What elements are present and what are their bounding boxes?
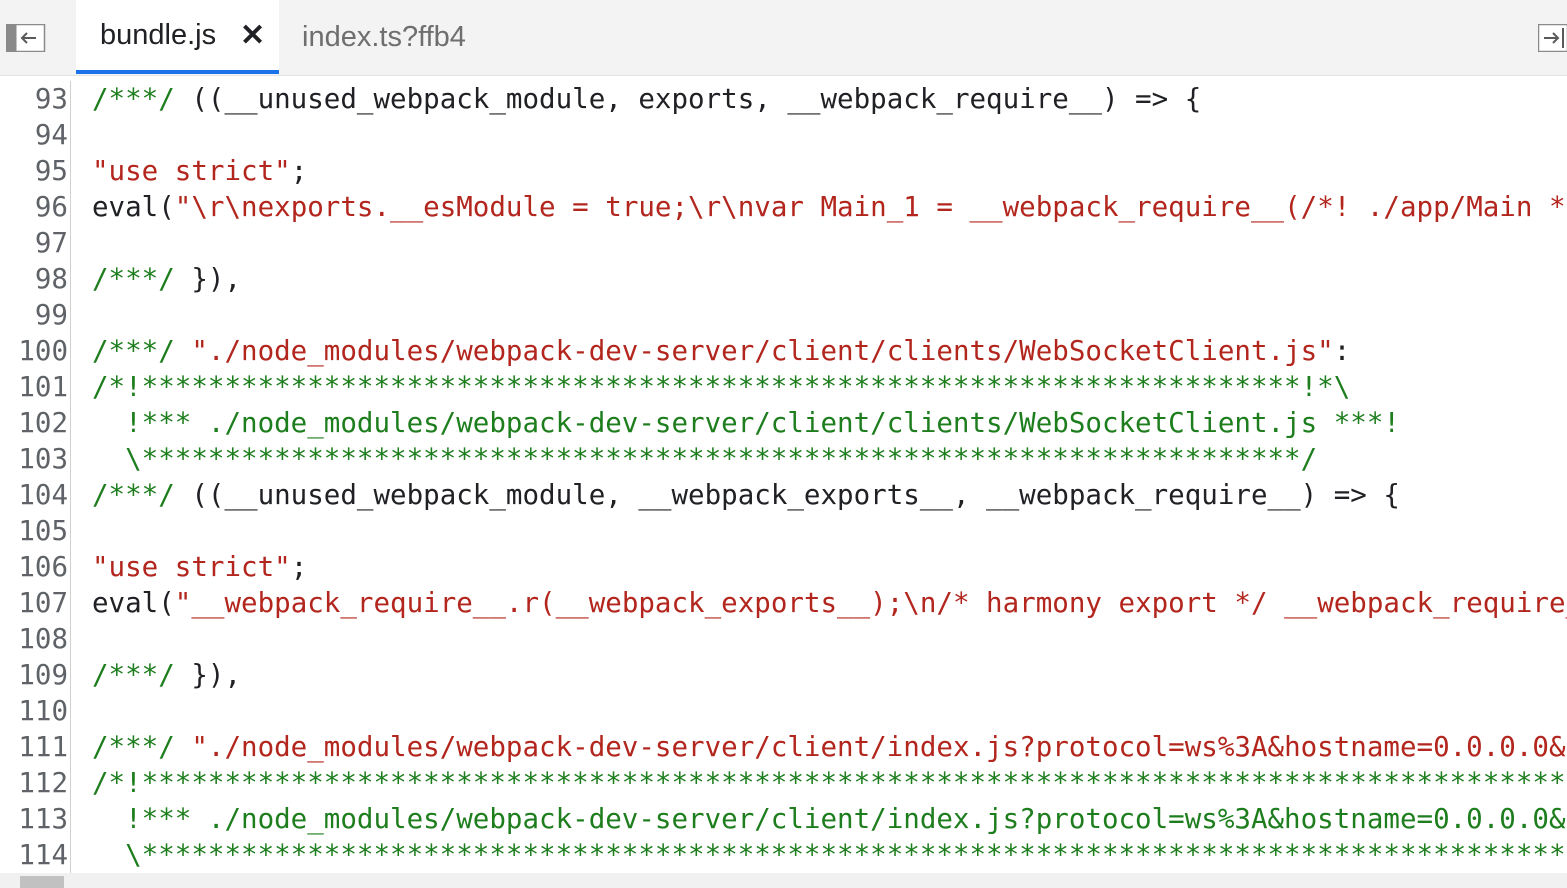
- code-token: !*** ./node_modules/webpack-dev-server/c…: [92, 803, 1567, 835]
- tab-label: index.ts?ffb4: [302, 20, 466, 53]
- code-token: eval(: [92, 191, 175, 223]
- line-number: 101: [0, 369, 71, 405]
- code-editor[interactable]: 93 /***/ ((__unused_webpack_module, expor…: [0, 81, 1567, 873]
- code-text: /***/ }),: [92, 261, 241, 297]
- code-text: !*** ./node_modules/webpack-dev-server/c…: [92, 801, 1567, 837]
- line-number: 111: [0, 729, 71, 765]
- code-line: 112 /*!**********************************…: [0, 765, 1567, 801]
- code-token: ;: [290, 551, 308, 583]
- code-token: /***/: [92, 731, 192, 763]
- code-text: /***/ }),: [92, 657, 241, 693]
- code-line: 106 "use strict";: [0, 549, 1567, 585]
- line-number: 105: [0, 513, 71, 549]
- line-number: 113: [0, 801, 71, 837]
- code-text: /***/ ((__unused_webpack_module, exports…: [92, 81, 1201, 117]
- code-line: 111 /***/ "./node_modules/webpack-dev-ser…: [0, 729, 1567, 765]
- code-token: /*!*************************************…: [92, 371, 1351, 403]
- code-text: /*!*************************************…: [92, 369, 1350, 405]
- close-icon[interactable]: ✕: [240, 21, 265, 51]
- code-token: eval(: [92, 587, 175, 619]
- line-number: 96: [0, 189, 71, 225]
- scrollbar-thumb[interactable]: [20, 876, 64, 888]
- code-text: "use strict";: [92, 153, 307, 189]
- code-token: /***/: [92, 335, 192, 367]
- code-line: 99: [0, 297, 1567, 333]
- code-token: \***************************************…: [92, 443, 1318, 475]
- code-line: 100 /***/ "./node_modules/webpack-dev-ser…: [0, 333, 1567, 369]
- horizontal-scrollbar[interactable]: [0, 873, 1567, 888]
- code-token: ((__unused_webpack_module, exports, __we…: [191, 83, 1202, 115]
- code-token: "./node_modules/webpack-dev-server/clien…: [191, 335, 1334, 367]
- code-token: :: [1333, 335, 1351, 367]
- code-line: 113 !*** ./node_modules/webpack-dev-serv…: [0, 801, 1567, 837]
- code-line: 109 /***/ }),: [0, 657, 1567, 693]
- code-text: /***/ "./node_modules/webpack-dev-server…: [92, 333, 1350, 369]
- code-text: \***************************************…: [92, 837, 1567, 873]
- code-token: }),: [191, 263, 242, 295]
- code-token: "use strict": [92, 155, 291, 187]
- code-text: !*** ./node_modules/webpack-dev-server/c…: [92, 405, 1400, 441]
- line-number: 104: [0, 477, 71, 513]
- code-line: 93 /***/ ((__unused_webpack_module, expor…: [0, 81, 1567, 117]
- line-number: 110: [0, 693, 71, 729]
- line-number: 94: [0, 117, 71, 153]
- code-token: /*!*************************************…: [92, 767, 1567, 799]
- line-number: 114: [0, 837, 71, 873]
- code-line: 108: [0, 621, 1567, 657]
- line-number: 95: [0, 153, 71, 189]
- code-line: 97: [0, 225, 1567, 261]
- tab-label: bundle.js: [100, 18, 217, 51]
- tab-index-ts[interactable]: index.ts?ffb4: [302, 0, 466, 74]
- line-number: 106: [0, 549, 71, 585]
- line-number: 103: [0, 441, 71, 477]
- line-number: 112: [0, 765, 71, 801]
- code-line: 101 /*!**********************************…: [0, 369, 1567, 405]
- code-line: 103 \***********************************…: [0, 441, 1567, 477]
- line-number: 107: [0, 585, 71, 621]
- line-number: 102: [0, 405, 71, 441]
- code-line: 98 /***/ }),: [0, 261, 1567, 297]
- code-text: /***/ "./node_modules/webpack-dev-server…: [92, 729, 1567, 765]
- code-token: "\r\nexports.__esModule = true;\r\nvar M…: [174, 191, 1567, 223]
- code-line: 107 eval("__webpack_require__.r(__webpack…: [0, 585, 1567, 621]
- code-token: /***/: [92, 83, 192, 115]
- code-token: ;: [290, 155, 308, 187]
- code-token: !*** ./node_modules/webpack-dev-server/c…: [92, 407, 1400, 439]
- code-text: eval("\r\nexports.__esModule = true;\r\n…: [92, 189, 1567, 225]
- code-text: eval("__webpack_require__.r(__webpack_ex…: [92, 585, 1567, 621]
- code-line: 102 !*** ./node_modules/webpack-dev-serv…: [0, 405, 1567, 441]
- code-line: 110: [0, 693, 1567, 729]
- code-text: /*!*************************************…: [92, 765, 1567, 801]
- line-number: 100: [0, 333, 71, 369]
- tab-bar: bundle.js ✕ index.ts?ffb4: [0, 0, 1567, 76]
- code-text: \***************************************…: [92, 441, 1317, 477]
- code-token: "__webpack_require__.r(__webpack_exports…: [174, 587, 1567, 619]
- code-token: \***************************************…: [92, 839, 1567, 871]
- line-number: 97: [0, 225, 71, 261]
- code-line: 114 \***********************************…: [0, 837, 1567, 873]
- code-token: }),: [191, 659, 242, 691]
- code-line: 95 "use strict";: [0, 153, 1567, 189]
- tab-bundle-js[interactable]: bundle.js ✕: [76, 0, 279, 74]
- code-token: "./node_modules/webpack-dev-server/clien…: [191, 731, 1567, 763]
- code-line: 94: [0, 117, 1567, 153]
- code-token: "use strict": [92, 551, 291, 583]
- line-number: 108: [0, 621, 71, 657]
- line-number: 93: [0, 81, 71, 117]
- line-number: 99: [0, 297, 71, 333]
- code-text: "use strict";: [92, 549, 307, 585]
- code-line: 104 /***/ ((__unused_webpack_module, __we…: [0, 477, 1567, 513]
- code-line: 105: [0, 513, 1567, 549]
- line-number: 109: [0, 657, 71, 693]
- code-text: /***/ ((__unused_webpack_module, __webpa…: [92, 477, 1400, 513]
- code-token: ((__unused_webpack_module, __webpack_exp…: [191, 479, 1400, 511]
- code-token: /***/: [92, 263, 192, 295]
- code-token: /***/: [92, 479, 192, 511]
- code-token: /***/: [92, 659, 192, 691]
- code-line: 96 eval("\r\nexports.__esModule = true;\r…: [0, 189, 1567, 225]
- line-number: 98: [0, 261, 71, 297]
- panel-collapse-left-icon[interactable]: [5, 23, 46, 53]
- panel-collapse-right-icon[interactable]: [1537, 23, 1567, 53]
